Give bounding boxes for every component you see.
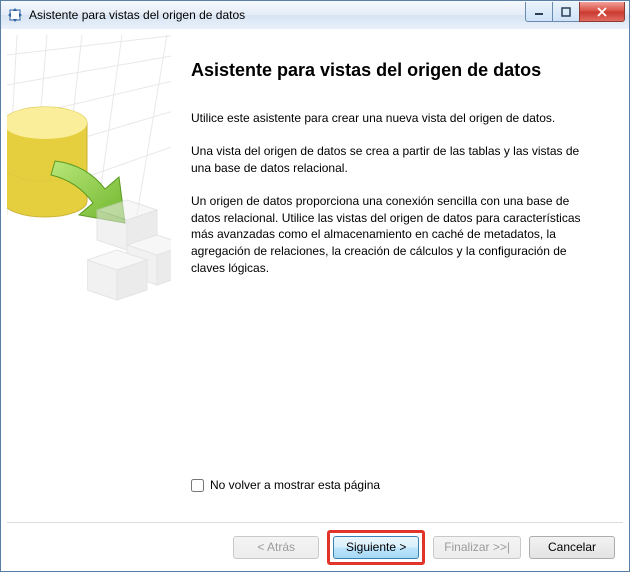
maximize-button[interactable]: [552, 2, 580, 22]
back-button: < Atrás: [233, 536, 319, 559]
intro-paragraph-1: Utilice este asistente para crear una nu…: [191, 110, 599, 127]
content-area: Asistente para vistas del origen de dato…: [1, 29, 629, 522]
titlebar[interactable]: Asistente para vistas del origen de dato…: [1, 1, 629, 30]
intro-paragraph-3: Un origen de datos proporciona una conex…: [191, 193, 599, 277]
dont-show-again-row[interactable]: No volver a mostrar esta página: [191, 478, 599, 492]
finish-button: Finalizar >>|: [433, 536, 521, 559]
wizard-sidebar-art: [7, 35, 171, 522]
window-controls: [526, 2, 625, 22]
cancel-button[interactable]: Cancelar: [529, 536, 615, 559]
app-icon: [7, 7, 23, 23]
dont-show-again-checkbox[interactable]: [191, 479, 204, 492]
client-area: Asistente para vistas del origen de dato…: [1, 29, 629, 571]
next-button[interactable]: Siguiente >: [333, 536, 419, 559]
wizard-main: Asistente para vistas del origen de dato…: [171, 35, 623, 522]
spacer: [191, 293, 599, 478]
next-button-highlight: Siguiente >: [327, 530, 425, 565]
button-bar: < Atrás Siguiente > Finalizar >>| Cancel…: [1, 523, 629, 571]
minimize-button[interactable]: [525, 2, 553, 22]
close-button[interactable]: [579, 2, 625, 22]
page-heading: Asistente para vistas del origen de dato…: [191, 59, 599, 82]
tables-icon: [87, 190, 171, 310]
wizard-window: Asistente para vistas del origen de dato…: [0, 0, 630, 572]
dont-show-again-label: No volver a mostrar esta página: [210, 478, 380, 492]
intro-paragraph-2: Una vista del origen de datos se crea a …: [191, 143, 599, 177]
